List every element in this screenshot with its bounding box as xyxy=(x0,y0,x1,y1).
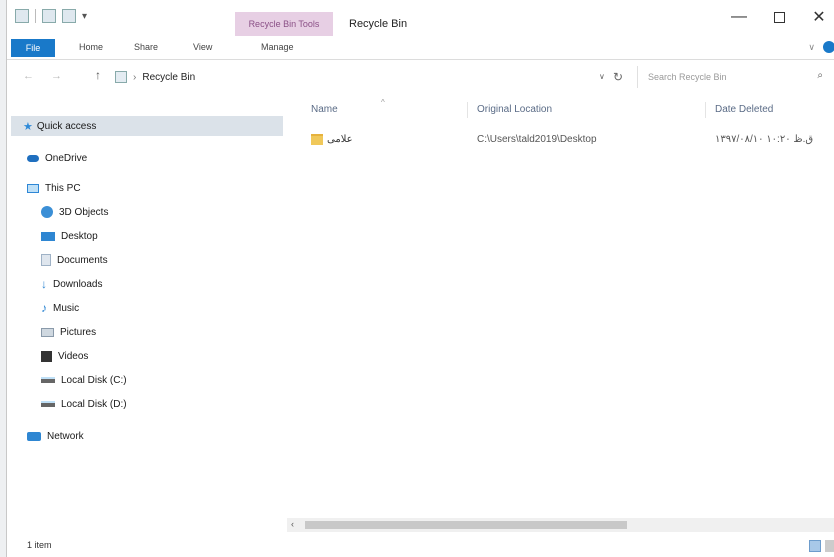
scrollbar-thumb[interactable] xyxy=(305,521,627,529)
cloud-icon xyxy=(27,154,39,162)
column-header-name[interactable]: Name xyxy=(311,104,338,115)
file-original-location: C:\Users\tald2019\Desktop xyxy=(477,134,597,145)
horizontal-scrollbar[interactable]: ‹ xyxy=(287,518,834,532)
nav-item-music[interactable]: ♪ Music xyxy=(41,298,79,318)
desktop-icon xyxy=(41,231,55,241)
star-icon: ★ xyxy=(23,120,33,133)
file-name: علامی xyxy=(327,134,353,145)
up-button[interactable]: ↑ xyxy=(95,68,101,82)
minimize-button[interactable]: — xyxy=(719,4,759,30)
nav-item-pictures[interactable]: Pictures xyxy=(41,322,96,342)
column-divider[interactable] xyxy=(705,102,706,118)
details-view-icon[interactable] xyxy=(809,540,821,552)
nav-item-quick-access[interactable]: ★ Quick access xyxy=(11,116,283,136)
column-label: Date Deleted xyxy=(715,104,774,115)
disk-icon xyxy=(41,401,55,407)
nav-item-videos[interactable]: Videos xyxy=(41,346,88,366)
nav-item-label: Network xyxy=(47,430,84,442)
tab-view[interactable]: View xyxy=(193,42,212,52)
nav-item-label: Desktop xyxy=(61,230,98,242)
folder-icon xyxy=(311,134,323,145)
back-button[interactable]: ← xyxy=(23,70,34,82)
forward-button[interactable]: → xyxy=(51,70,62,82)
undo-icon[interactable] xyxy=(62,9,76,23)
nav-item-label: Local Disk (C:) xyxy=(61,374,127,386)
disk-icon xyxy=(41,377,55,383)
search-box[interactable]: ⌕ xyxy=(637,66,827,88)
search-icon: ⌕ xyxy=(817,70,823,81)
nav-item-local-disk-d[interactable]: Local Disk (D:) xyxy=(41,394,127,414)
scroll-left-icon[interactable]: ‹ xyxy=(291,519,294,529)
nav-item-label: 3D Objects xyxy=(59,206,109,218)
ribbon-tabs: File Home Share View Manage ∨ xyxy=(7,36,834,60)
maximize-icon xyxy=(773,11,785,23)
file-row[interactable]: علامی C:\Users\tald2019\Desktop ۱۳۹۷/۰۸/… xyxy=(307,132,827,150)
title-bar: ▾ Recycle Bin Tools Recycle Bin — ✕ xyxy=(7,0,834,36)
column-header-date-deleted[interactable]: Date Deleted xyxy=(715,104,773,115)
nav-item-label: Pictures xyxy=(60,326,97,338)
nav-item-network[interactable]: Network xyxy=(27,426,84,446)
video-icon xyxy=(41,350,52,362)
file-date-deleted: ۱۳۹۷/۰۸/۱۰ ق.ظ ۱۰:۲۰ xyxy=(715,134,814,145)
quick-access-toolbar: ▾ xyxy=(15,9,87,23)
column-label: Original Location xyxy=(477,104,553,115)
qat-divider xyxy=(35,9,36,23)
nav-item-label: Quick access xyxy=(36,120,97,132)
tab-share[interactable]: Share xyxy=(134,42,158,52)
address-dropdown-icon[interactable]: ∨ xyxy=(599,72,605,81)
navigation-pane: ★ Quick access OneDrive This PC 3D Objec… xyxy=(7,96,287,516)
nav-item-3d-objects[interactable]: 3D Objects xyxy=(41,202,108,222)
refresh-button[interactable]: ↻ xyxy=(613,70,623,84)
address-row: ← → ↑ › Recycle Bin ∨ ↻ ⌕ xyxy=(7,62,834,92)
expand-ribbon-icon[interactable]: ∨ xyxy=(808,42,815,53)
column-divider[interactable] xyxy=(467,102,468,118)
music-icon: ♪ xyxy=(41,301,47,315)
properties-icon[interactable] xyxy=(15,9,29,23)
explorer-window: ▾ Recycle Bin Tools Recycle Bin — ✕ File… xyxy=(6,0,834,557)
nav-item-onedrive[interactable]: OneDrive xyxy=(27,148,87,168)
close-button[interactable]: ✕ xyxy=(799,4,834,30)
nav-item-this-pc[interactable]: This PC xyxy=(27,178,81,198)
computer-icon xyxy=(27,183,39,193)
nav-item-local-disk-c[interactable]: Local Disk (C:) xyxy=(41,370,127,390)
column-label: Name xyxy=(311,104,338,115)
search-input[interactable] xyxy=(638,72,798,82)
new-folder-icon[interactable] xyxy=(42,9,56,23)
nav-item-documents[interactable]: Documents xyxy=(41,250,108,270)
cube-icon xyxy=(41,206,53,218)
address-bar[interactable]: › Recycle Bin xyxy=(115,66,629,88)
network-icon xyxy=(27,431,41,441)
status-bar: 1 item xyxy=(7,536,834,557)
nav-item-label: Local Disk (D:) xyxy=(61,398,127,410)
help-icon[interactable] xyxy=(823,41,834,53)
nav-item-label: Videos xyxy=(58,350,89,362)
nav-item-desktop[interactable]: Desktop xyxy=(41,226,98,246)
breadcrumb-chevron-icon[interactable]: › xyxy=(133,72,136,83)
sort-ascending-icon: ^ xyxy=(381,98,385,107)
large-icons-view-icon[interactable] xyxy=(825,540,834,552)
nav-item-label: OneDrive xyxy=(45,152,88,164)
recycle-bin-icon xyxy=(115,71,127,83)
file-list: Name ^ Original Location Date Deleted عل… xyxy=(287,96,834,526)
column-header-original-location[interactable]: Original Location xyxy=(477,104,552,115)
tab-file[interactable]: File xyxy=(11,39,55,57)
maximize-button[interactable] xyxy=(759,4,799,30)
item-count: 1 item xyxy=(27,540,52,550)
tab-manage[interactable]: Manage xyxy=(261,42,294,52)
nav-item-downloads[interactable]: ↓ Downloads xyxy=(41,274,102,294)
nav-item-label: This PC xyxy=(45,182,81,194)
breadcrumb-recycle-bin[interactable]: Recycle Bin xyxy=(142,72,195,83)
picture-icon xyxy=(41,327,54,337)
customize-qat-dropdown-icon[interactable]: ▾ xyxy=(82,11,87,22)
download-icon: ↓ xyxy=(41,277,47,291)
recycle-bin-tools-tab[interactable]: Recycle Bin Tools xyxy=(235,12,333,36)
window-title: Recycle Bin xyxy=(349,18,408,30)
document-icon xyxy=(41,254,51,266)
tab-home[interactable]: Home xyxy=(79,42,103,52)
nav-item-label: Music xyxy=(53,302,80,314)
nav-item-label: Downloads xyxy=(53,278,103,290)
nav-item-label: Documents xyxy=(57,254,108,266)
